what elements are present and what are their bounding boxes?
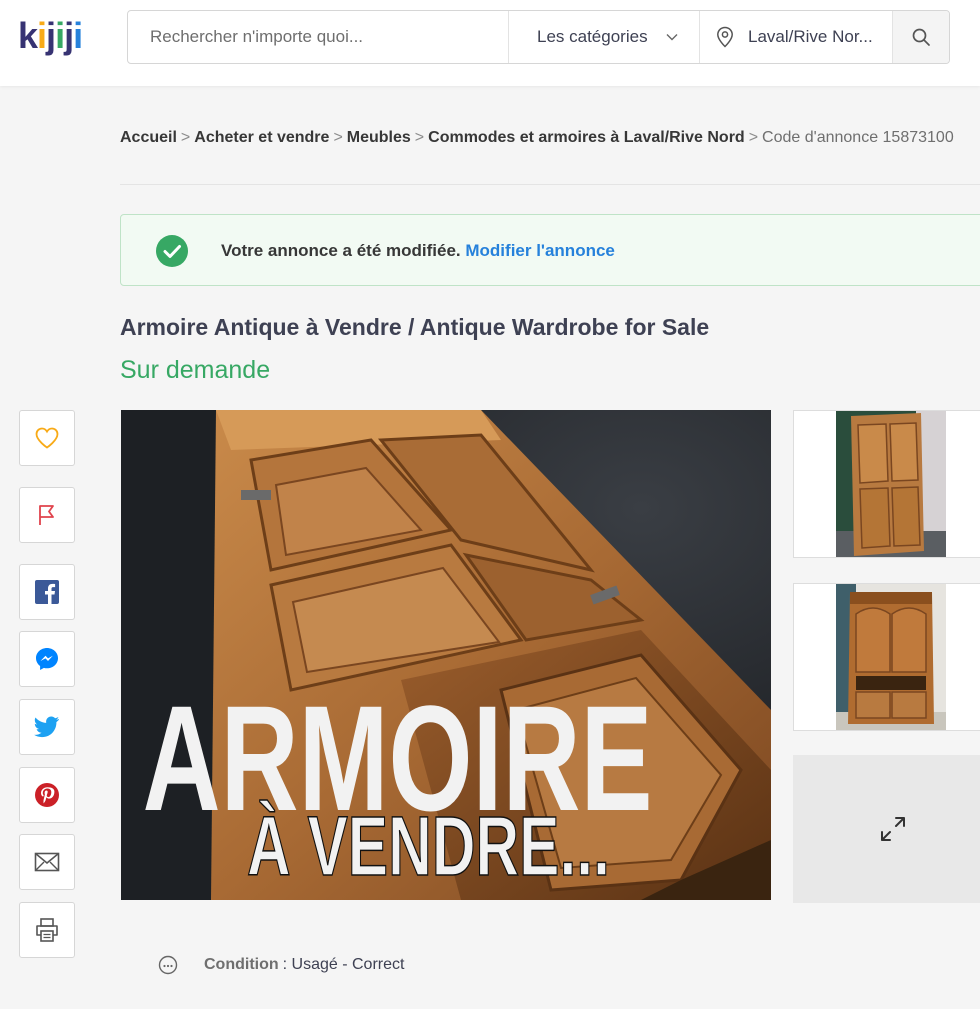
- share-messenger-button[interactable]: [19, 631, 75, 687]
- search-input[interactable]: [128, 11, 508, 63]
- share-email-button[interactable]: [19, 834, 75, 890]
- kijiji-logo[interactable]: kijiji: [18, 14, 83, 58]
- twitter-icon: [34, 716, 59, 738]
- photo-text-line2: À VENDRE...: [247, 799, 610, 893]
- email-icon: [34, 852, 60, 872]
- logo-letter: i: [73, 15, 83, 56]
- breadcrumb-furniture[interactable]: Meubles: [347, 129, 411, 146]
- breadcrumb: Accueil > Acheter et vendre > Meubles > Commod…: [120, 129, 954, 147]
- breadcrumb-category[interactable]: Commodes et armoires à Laval/Rive Nord: [428, 129, 745, 146]
- condition-value: : Usagé - Correct: [282, 956, 405, 973]
- share-facebook-button[interactable]: [19, 564, 75, 620]
- logo-letter: j: [46, 15, 56, 56]
- breadcrumb-separator: >: [333, 129, 343, 146]
- condition-row: Condition : Usagé - Correct: [158, 955, 404, 975]
- chevron-down-icon: [666, 34, 678, 41]
- heart-icon: [35, 427, 59, 449]
- report-button[interactable]: [19, 487, 75, 543]
- site-header: kijiji Les catégories Laval/Rive Nor...: [0, 0, 980, 86]
- flag-icon: [39, 505, 54, 525]
- search-bar: Les catégories Laval/Rive Nor...: [127, 10, 950, 64]
- alert-message: Votre annonce a été modifiée. Modifier l…: [221, 241, 615, 261]
- category-select[interactable]: Les catégories: [508, 11, 699, 63]
- share-twitter-button[interactable]: [19, 699, 75, 755]
- condition-icon: [158, 955, 178, 975]
- share-pinterest-button[interactable]: [19, 767, 75, 823]
- alert-text: Votre annonce a été modifiée.: [221, 241, 461, 260]
- facebook-icon: [35, 580, 59, 604]
- logo-letter: j: [64, 15, 74, 56]
- print-button[interactable]: [19, 902, 75, 958]
- condition-value-text: Usagé - Correct: [291, 956, 405, 973]
- pinterest-icon: [35, 783, 59, 807]
- thumbnail-1[interactable]: [793, 410, 980, 558]
- breadcrumb-buy-sell[interactable]: Acheter et vendre: [194, 129, 329, 146]
- location-label: Laval/Rive Nor...: [748, 27, 873, 46]
- condition-label: Condition: [204, 956, 279, 973]
- breadcrumb-ad-code: Code d'annonce 15873100: [762, 129, 954, 146]
- checkmark-icon: [156, 235, 188, 267]
- search-button[interactable]: [892, 11, 949, 63]
- logo-letter: i: [55, 15, 65, 56]
- messenger-icon: [36, 648, 58, 670]
- category-label: Les catégories: [537, 27, 648, 46]
- breadcrumb-separator: >: [748, 129, 759, 146]
- edit-ad-link[interactable]: Modifier l'annonce: [465, 241, 615, 260]
- armoire-photo: ARMOIRE À VENDRE...: [121, 410, 771, 900]
- thumbnail-2[interactable]: [793, 583, 980, 731]
- expand-icon: [881, 817, 905, 841]
- listing-title: Armoire Antique à Vendre / Antique Wardr…: [120, 314, 710, 340]
- print-icon: [36, 918, 58, 942]
- thumbnail-photo-2: [836, 584, 946, 730]
- logo-letter: k: [18, 15, 38, 56]
- success-alert: Votre annonce a été modifiée. Modifier l…: [120, 214, 980, 286]
- location-select[interactable]: Laval/Rive Nor...: [699, 11, 892, 63]
- divider: [120, 184, 980, 185]
- location-pin-icon: [717, 26, 733, 48]
- listing-price: Sur demande: [120, 356, 271, 384]
- expand-gallery-button[interactable]: [793, 755, 980, 903]
- search-icon: [912, 28, 930, 46]
- breadcrumb-home[interactable]: Accueil: [120, 129, 177, 146]
- breadcrumb-separator: >: [414, 129, 425, 146]
- main-listing-photo[interactable]: ARMOIRE À VENDRE...: [121, 410, 771, 900]
- logo-letter: i: [37, 15, 47, 56]
- breadcrumb-separator: >: [180, 129, 191, 146]
- thumbnail-photo-1: [836, 411, 946, 557]
- favorite-button[interactable]: [19, 410, 75, 466]
